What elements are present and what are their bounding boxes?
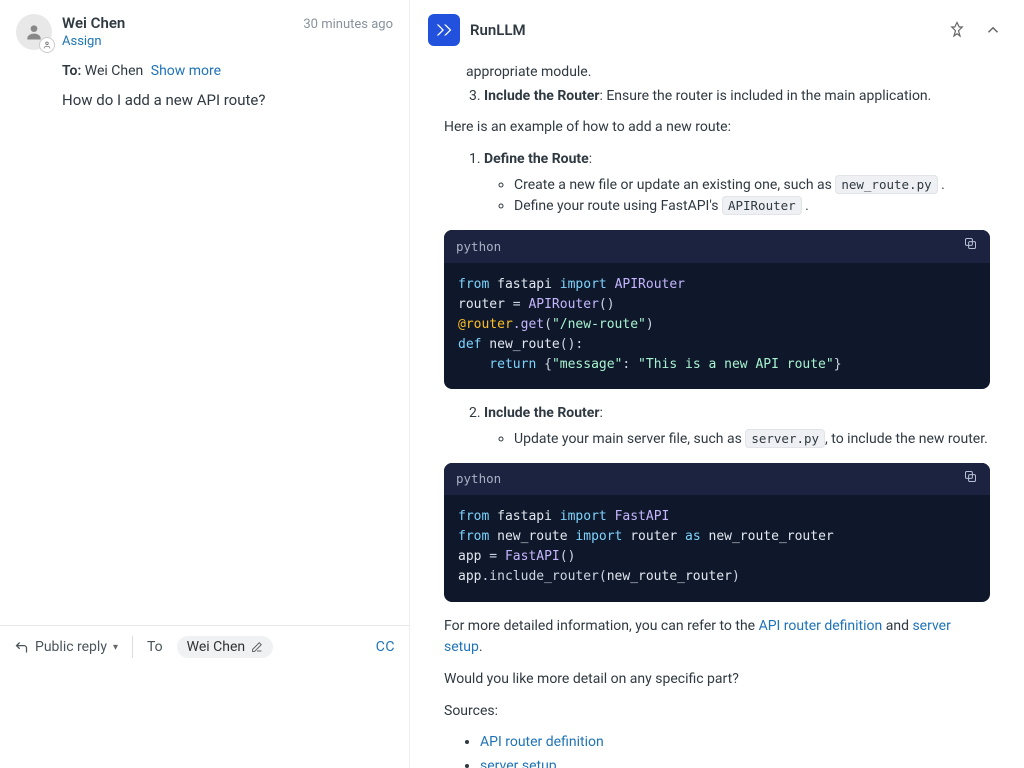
code-lang-label: python: [456, 469, 963, 488]
ticket-body: How do I add a new API route?: [0, 79, 409, 112]
copy-code-button[interactable]: [963, 236, 978, 256]
inline-code: new_route.py: [835, 175, 937, 194]
code-content: from fastapi import APIRouter router = A…: [444, 263, 990, 390]
pin-icon: [948, 21, 966, 39]
reply-mode-label: Public reply: [35, 639, 107, 655]
ticket-pane: Wei Chen 30 minutes ago Assign To: Wei C…: [0, 0, 410, 768]
requester-avatar[interactable]: [16, 14, 52, 50]
pencil-icon: [251, 641, 263, 653]
app-logo-icon: [433, 19, 455, 41]
source-link-2[interactable]: server setup: [480, 758, 557, 768]
copy-icon: [963, 469, 978, 484]
example-step-2: Include the Router: Update your main ser…: [484, 403, 990, 450]
ticket-header: Wei Chen 30 minutes ago Assign To: Wei C…: [0, 0, 409, 79]
link-api-router[interactable]: API router definition: [759, 618, 883, 634]
collapse-button[interactable]: [980, 17, 1006, 43]
code-lang-label: python: [456, 237, 963, 256]
inline-code: server.py: [745, 429, 825, 448]
assign-link[interactable]: Assign: [62, 34, 102, 49]
composer-bar: Public reply ▾ To Wei Chen CC: [0, 625, 409, 668]
inline-code: APIRouter: [722, 196, 802, 215]
cc-button[interactable]: CC: [376, 639, 395, 655]
ex2-bullet-1: Update your main server file, such as se…: [514, 429, 990, 451]
chevron-up-icon: [984, 21, 1002, 39]
divider: [132, 636, 133, 658]
recipient-chip-label: Wei Chen: [187, 639, 246, 655]
recipient-chip[interactable]: Wei Chen: [177, 636, 274, 658]
sources-label: Sources:: [444, 701, 990, 723]
ex1-bullet-1: Create a new file or update an existing …: [514, 175, 990, 197]
source-link-1[interactable]: API router definition: [480, 734, 604, 750]
followup-question: Would you like more detail on any specif…: [444, 669, 990, 691]
ai-response-body[interactable]: appropriate module. Include the Router: …: [410, 60, 1024, 768]
avatar-badge: [39, 37, 55, 53]
app-title: RunLLM: [470, 21, 526, 39]
ai-panel: RunLLM appropriate module. Include the R…: [410, 0, 1024, 768]
example-step-1-list: Define the Route: Create a new file or u…: [444, 149, 990, 218]
copy-code-button[interactable]: [963, 469, 978, 489]
requester-name: Wei Chen: [62, 14, 125, 32]
code-content: from fastapi import FastAPI from new_rou…: [444, 495, 990, 602]
show-more-link[interactable]: Show more: [151, 63, 221, 79]
to-name: Wei Chen: [85, 63, 144, 79]
chevron-down-icon: ▾: [113, 642, 118, 653]
example-step-1: Define the Route: Create a new file or u…: [484, 149, 990, 218]
ex1-bullet-2: Define your route using FastAPI's APIRou…: [514, 196, 990, 218]
more-info-para: For more detailed information, you can r…: [444, 616, 990, 659]
user-badge-icon: [42, 40, 52, 50]
pin-button[interactable]: [944, 17, 970, 43]
intro-list: appropriate module. Include the Router: …: [444, 62, 990, 107]
reply-icon: [14, 640, 29, 655]
code-block-2: python from fastapi import FastAPI from …: [444, 463, 990, 602]
intro-step-2: Include the Router: Ensure the router is…: [484, 86, 990, 108]
to-label: To:: [62, 63, 81, 79]
reply-mode-selector[interactable]: Public reply ▾: [14, 639, 118, 655]
code-block-1: python from fastapi import APIRouter rou…: [444, 230, 990, 389]
copy-icon: [963, 236, 978, 251]
composer-to-label: To: [147, 639, 163, 655]
example-step-2-list: Include the Router: Update your main ser…: [444, 403, 990, 450]
sources-list: API router definition server setup: [444, 732, 990, 768]
ai-panel-header: RunLLM: [410, 0, 1024, 60]
example-intro: Here is an example of how to add a new r…: [444, 117, 990, 139]
ticket-timestamp: 30 minutes ago: [303, 17, 393, 32]
app-badge: [428, 14, 460, 46]
intro-fragment: appropriate module.: [466, 62, 990, 84]
